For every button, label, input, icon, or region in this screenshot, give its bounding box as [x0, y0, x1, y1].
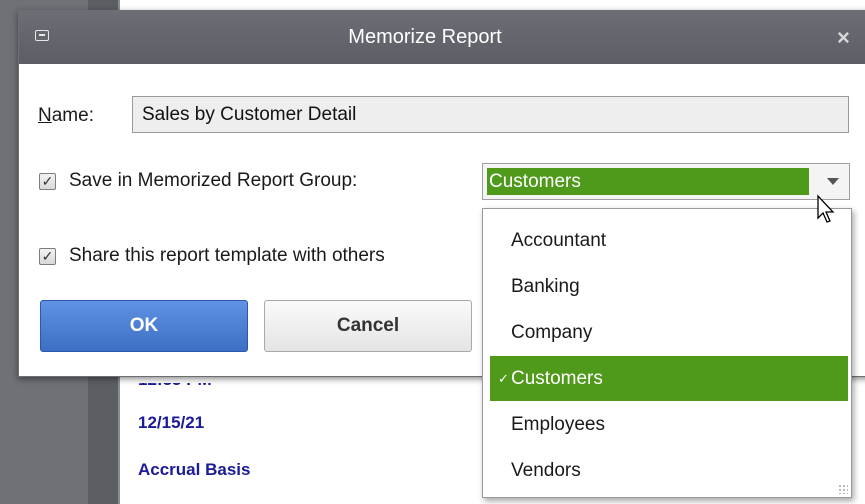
dropdown-item-customers[interactable]: ✓ Customers [490, 356, 848, 401]
dropdown-item-vendors[interactable]: Vendors [490, 448, 848, 493]
share-template-label: Share this report template with others [69, 245, 385, 266]
report-basis: Accrual Basis [138, 460, 251, 479]
save-group-label: Save in Memorized Report Group: [69, 170, 358, 191]
dialog-title: Memorize Report [348, 26, 502, 48]
dropdown-item-banking[interactable]: Banking [490, 264, 848, 309]
report-group-select[interactable]: Customers [482, 163, 850, 200]
name-input[interactable]: Sales by Customer Detail [132, 96, 849, 133]
close-icon[interactable]: × [837, 25, 850, 51]
report-group-selected-value: Customers [487, 168, 809, 195]
checkmark-icon: ✓ [498, 371, 509, 386]
save-group-checkbox[interactable]: ✓ [39, 173, 56, 190]
name-label-mnemonic: N [38, 105, 52, 126]
cancel-button[interactable]: Cancel [264, 300, 472, 352]
share-template-checkbox[interactable]: ✓ [39, 248, 56, 265]
dropdown-item-accountant[interactable]: Accountant [490, 218, 848, 263]
dialog-titlebar[interactable]: Memorize Report × [19, 11, 865, 64]
dropdown-item-employees[interactable]: Employees [490, 402, 848, 447]
name-label-text: ame: [51, 105, 94, 126]
chevron-down-icon[interactable] [827, 178, 839, 185]
report-group-dropdown-list: Accountant Banking Company ✓ Customers Em… [482, 208, 852, 498]
mouse-pointer-icon [817, 194, 835, 223]
name-label: Name: [38, 105, 94, 127]
report-date: 12/15/21 [138, 413, 205, 432]
ok-button[interactable]: OK [40, 300, 248, 352]
dropdown-item-company[interactable]: Company [490, 310, 848, 355]
dropdown-item-customers-label: Customers [511, 368, 603, 389]
resize-grip-icon[interactable] [838, 484, 848, 494]
